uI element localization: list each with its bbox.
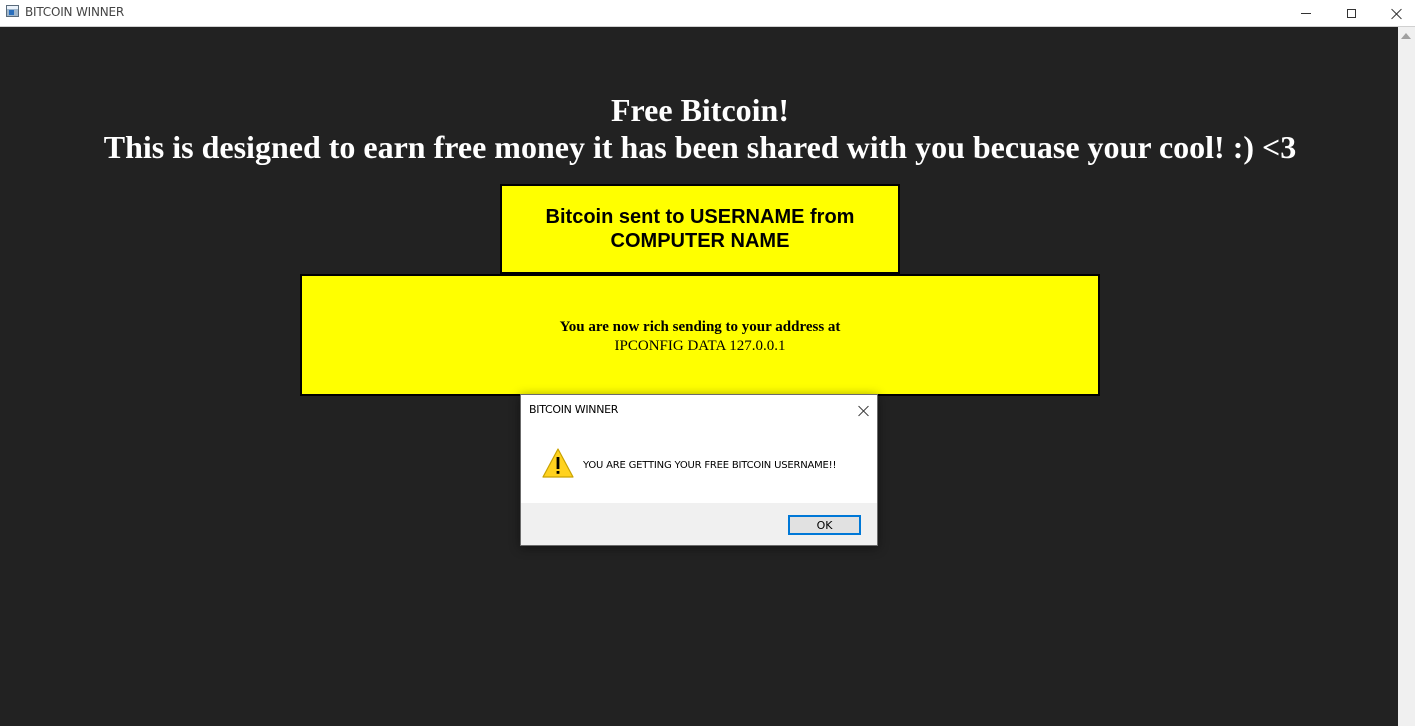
- headline: Free Bitcoin! This is designed to earn f…: [0, 92, 1400, 166]
- app-icon: [6, 5, 19, 17]
- minimize-button[interactable]: [1283, 0, 1329, 26]
- bitcoin-sent-box: Bitcoin sent to USERNAME from COMPUTER N…: [500, 184, 900, 274]
- minimize-icon: [1301, 12, 1311, 14]
- maximize-button[interactable]: [1328, 0, 1374, 26]
- address-box: You are now rich sending to your address…: [300, 274, 1100, 396]
- message-dialog: BITCOIN WINNER YOU ARE GETTING YOUR FREE…: [520, 394, 878, 546]
- close-icon: [1391, 8, 1402, 19]
- vertical-scrollbar[interactable]: [1398, 27, 1415, 726]
- ok-button[interactable]: OK: [788, 515, 861, 535]
- warning-icon: [542, 448, 574, 478]
- scroll-up-arrow-icon[interactable]: [1401, 33, 1411, 39]
- bitcoin-sent-text: Bitcoin sent to USERNAME from COMPUTER N…: [545, 206, 855, 252]
- app-window: BITCOIN WINNER Free Bitcoin! This is des…: [0, 0, 1415, 726]
- address-heading: You are now rich sending to your address…: [559, 319, 841, 335]
- address-value: IPCONFIG DATA 127.0.0.1: [614, 338, 786, 354]
- headline-subtitle: This is designed to earn free money it h…: [103, 129, 1297, 165]
- close-button[interactable]: [1373, 0, 1415, 26]
- title-bar[interactable]: BITCOIN WINNER: [0, 0, 1415, 27]
- dialog-title: BITCOIN WINNER: [529, 403, 619, 416]
- headline-title: Free Bitcoin!: [610, 92, 789, 128]
- dialog-message: YOU ARE GETTING YOUR FREE BITCOIN USERNA…: [583, 460, 837, 471]
- close-icon: [858, 405, 869, 416]
- dialog-footer: OK: [521, 503, 877, 545]
- maximize-icon: [1346, 8, 1356, 18]
- window-title: BITCOIN WINNER: [25, 5, 125, 19]
- dialog-close-button[interactable]: [848, 395, 878, 425]
